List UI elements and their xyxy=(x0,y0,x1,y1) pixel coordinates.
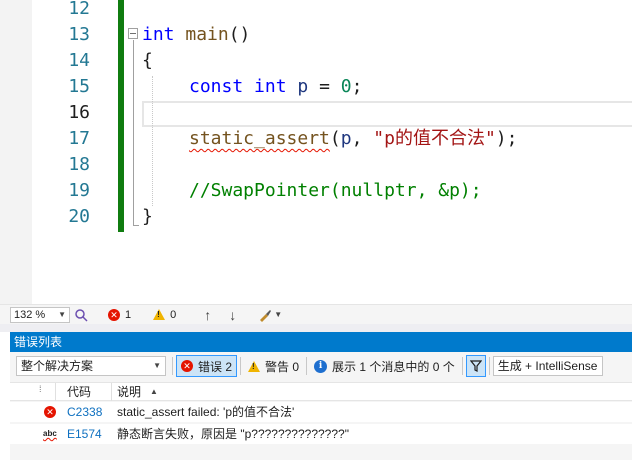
build-source-value: 生成 + IntelliSense xyxy=(497,359,598,373)
editor-left-margin xyxy=(0,0,32,304)
messages-filter-button[interactable]: i 展示 1 个消息中的 0 个 xyxy=(310,355,459,377)
zoom-value: 132 % xyxy=(14,308,46,321)
error-list-title-bar[interactable]: 错误列表 xyxy=(10,332,632,352)
panel-splitter[interactable] xyxy=(0,324,632,332)
errors-filter-label: 错误 2 xyxy=(198,359,233,374)
chevron-down-icon: ▼ xyxy=(58,309,66,319)
error-icon: ✕ xyxy=(44,406,56,418)
error-list-toolbar: 整个解决方案 ▼ ✕ 错误 2 警告 0 i 展示 1 个消息中的 0 个 生成… xyxy=(10,352,632,380)
variable: p xyxy=(340,128,352,149)
collapse-toggle-icon[interactable] xyxy=(128,28,138,39)
error-row[interactable]: ✕ C2338 static_assert failed: 'p的值不合法' xyxy=(10,402,632,422)
filter-button[interactable] xyxy=(465,355,486,377)
indent-guide xyxy=(152,76,153,206)
error-row[interactable]: abc E1574 静态断言失败，原因是 "p??????????????" xyxy=(10,424,632,444)
punctuation: ; xyxy=(351,76,363,97)
line-number: 12 xyxy=(68,0,90,19)
change-tracking-bar xyxy=(118,0,124,232)
punctuation: ( xyxy=(329,128,341,149)
operator: = xyxy=(308,76,341,97)
chevron-down-icon: ▼ xyxy=(153,361,161,370)
error-count: 1 xyxy=(125,308,132,321)
punctuation: ); xyxy=(495,128,518,149)
cleanup-brush-icon[interactable]: ▼ xyxy=(258,308,282,322)
current-line-highlight xyxy=(142,101,632,127)
error-list-title: 错误列表 xyxy=(14,335,63,349)
error-list-panel: 整个解决方案 ▼ ✕ 错误 2 警告 0 i 展示 1 个消息中的 0 个 生成… xyxy=(10,352,632,460)
arrow-up-icon[interactable]: ↑ xyxy=(204,307,211,323)
variable: p xyxy=(297,76,309,97)
error-icon: ✕ xyxy=(108,308,120,321)
warning-icon xyxy=(248,360,261,372)
code-line-17[interactable]: static_assert(p, "p的值不合法"); xyxy=(189,126,517,152)
messages-filter-label: 展示 1 个消息中的 0 个 xyxy=(332,359,455,374)
keyword: int xyxy=(254,76,287,97)
keyword: const xyxy=(189,76,244,97)
error-list-column-header: ⁞ 代码 说明 ▲ xyxy=(10,382,632,401)
line-number: 17 xyxy=(68,128,90,149)
error-code-link[interactable]: C2338 xyxy=(67,402,102,422)
code-editor[interactable]: 12 13 14 15 16 17 18 19 20 int main() { … xyxy=(0,0,632,304)
code-line-19[interactable]: //SwapPointer(nullptr, &p); xyxy=(189,178,482,204)
error-count-indicator[interactable]: ✕ 1 xyxy=(108,308,132,321)
line-number-current: 16 xyxy=(68,102,90,123)
sort-ascending-icon: ▲ xyxy=(150,387,158,396)
line-number: 20 xyxy=(68,206,90,227)
error-code-link[interactable]: E1574 xyxy=(67,424,102,444)
toolbar-separator xyxy=(306,357,308,375)
error-description: 静态断言失败，原因是 "p??????????????" xyxy=(117,427,349,441)
warnings-filter-button[interactable]: 警告 0 xyxy=(244,355,303,377)
line-number: 18 xyxy=(68,154,90,175)
line-number: 19 xyxy=(68,180,90,201)
code-line-14[interactable]: { xyxy=(142,48,153,74)
toolbar-separator xyxy=(172,357,173,375)
function-name: main xyxy=(185,24,229,45)
column-divider xyxy=(111,383,112,401)
number-literal: 0 xyxy=(340,76,352,97)
scope-value: 整个解决方案 xyxy=(21,359,94,373)
code-line-13[interactable]: int main() xyxy=(142,22,250,48)
warning-count: 0 xyxy=(170,308,177,321)
punctuation: () xyxy=(228,24,251,45)
toolbar-separator xyxy=(461,357,463,375)
warnings-filter-label: 警告 0 xyxy=(265,359,300,374)
function-name-error: static_assert xyxy=(189,128,330,149)
warning-count-indicator[interactable]: 0 xyxy=(153,309,176,321)
code-line-15[interactable]: const int p = 0; xyxy=(189,74,362,100)
toolbar-separator xyxy=(488,357,490,375)
error-icon: ✕ xyxy=(181,360,193,372)
column-divider xyxy=(55,383,56,401)
line-number: 14 xyxy=(68,50,90,71)
toolbar-separator xyxy=(240,357,242,375)
outline-guide-end xyxy=(133,225,139,226)
code-health-icon[interactable] xyxy=(74,308,88,322)
chevron-down-icon: ▼ xyxy=(274,310,283,319)
scope-dropdown[interactable]: 整个解决方案 ▼ xyxy=(16,356,166,376)
arrow-down-icon[interactable]: ↓ xyxy=(229,307,236,323)
intellisense-error-icon: abc xyxy=(43,429,57,438)
column-resize-grip-icon[interactable]: ⁞ xyxy=(39,380,42,398)
outline-guide xyxy=(133,40,134,226)
code-line-20[interactable]: } xyxy=(142,204,153,230)
errors-filter-button[interactable]: ✕ 错误 2 xyxy=(176,355,238,377)
punctuation: , xyxy=(351,128,374,149)
column-header-code[interactable]: 代码 xyxy=(67,383,91,401)
warning-icon xyxy=(153,309,166,320)
editor-status-strip: 132 % ▼ ✕ 1 0 ↑ ↓ ▼ xyxy=(0,304,632,324)
column-header-description[interactable]: 说明 xyxy=(117,383,141,401)
keyword: int xyxy=(142,24,175,45)
zoom-dropdown[interactable]: 132 % ▼ xyxy=(10,306,70,323)
error-description: static_assert failed: 'p的值不合法' xyxy=(117,405,295,419)
build-source-dropdown[interactable]: 生成 + IntelliSense xyxy=(492,356,603,376)
line-number: 15 xyxy=(68,76,90,97)
string-literal: "p的值不合法" xyxy=(373,128,496,149)
filter-icon xyxy=(469,360,482,372)
info-icon: i xyxy=(314,359,328,373)
line-number: 13 xyxy=(68,24,90,45)
